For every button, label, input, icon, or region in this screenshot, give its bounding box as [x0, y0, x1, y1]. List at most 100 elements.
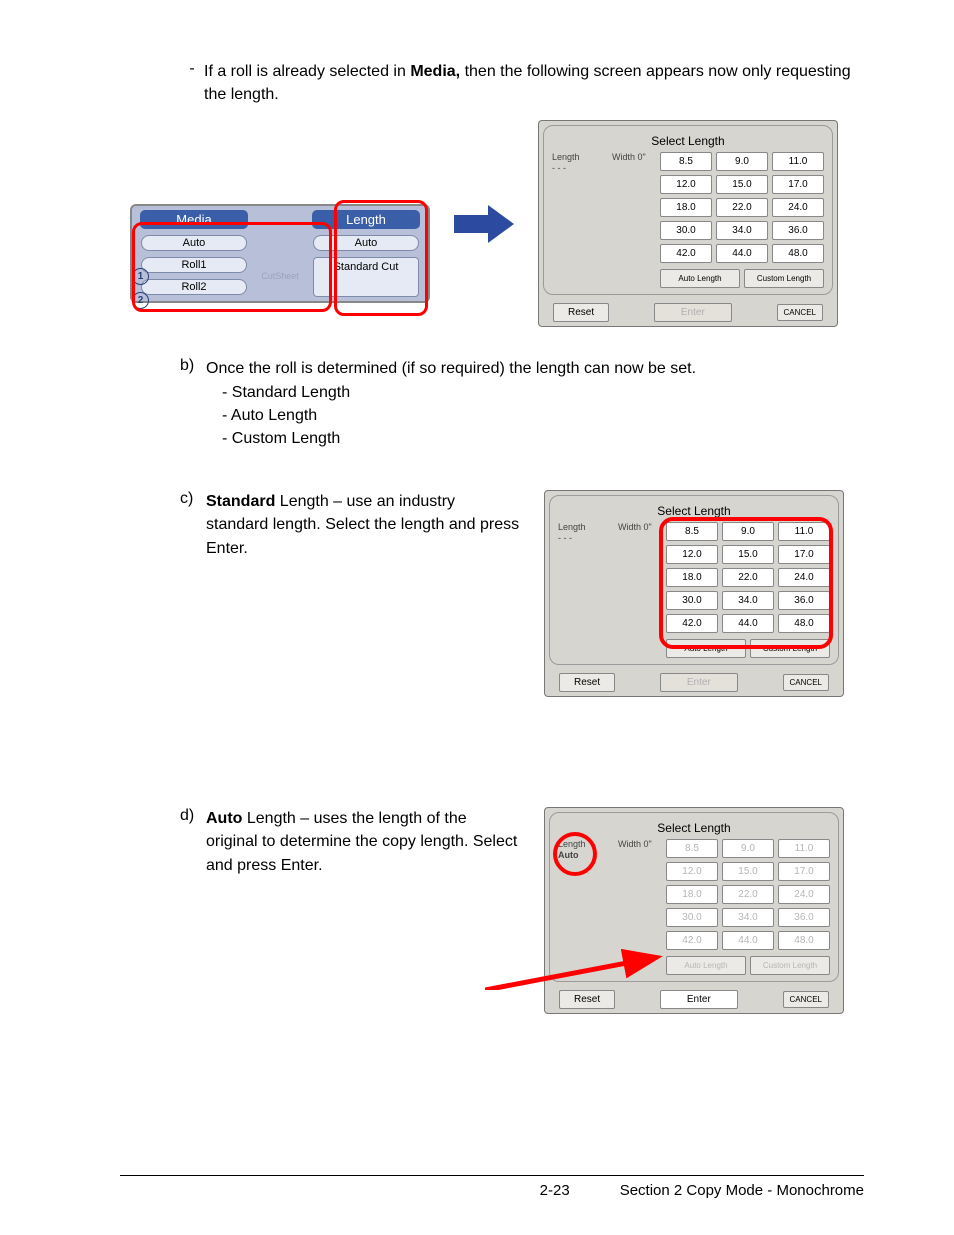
step-d-text-wrap: d) Auto Length – uses the length of the …	[180, 807, 520, 877]
dialog-left-labels: Length - - -	[552, 152, 612, 263]
cancel-button-3[interactable]: CANCEL	[783, 991, 829, 1008]
mode-buttons-3: Auto Length Custom Length	[666, 956, 830, 975]
media-length-panel: Media Auto Roll1 Roll2 1 2 CutSheet Leng…	[130, 204, 430, 303]
cancel-button-2[interactable]: CANCEL	[783, 674, 829, 691]
length-option[interactable]: 42.0	[660, 244, 712, 263]
intro-bullet: - If a roll is already selected in Media…	[180, 60, 864, 106]
step-d-letter: d)	[180, 807, 206, 877]
length-option[interactable]: 8.5	[666, 839, 718, 858]
length-label-2: Length	[558, 522, 618, 533]
reset-button[interactable]: Reset	[553, 303, 609, 322]
length-option[interactable]: 12.0	[660, 175, 712, 194]
auto-length-button[interactable]: Auto Length	[660, 269, 740, 288]
length-option[interactable]: 44.0	[716, 244, 768, 263]
dialog-title-3: Select Length	[558, 821, 830, 835]
length-option[interactable]: 34.0	[722, 908, 774, 927]
length-value-2: - - -	[558, 533, 618, 544]
length-option[interactable]: 18.0	[666, 885, 718, 904]
step-d-bold: Auto	[206, 810, 242, 827]
reset-button-3[interactable]: Reset	[559, 990, 615, 1009]
length-option[interactable]: 12.0	[666, 862, 718, 881]
cancel-button[interactable]: CANCEL	[777, 304, 823, 321]
reset-button-2[interactable]: Reset	[559, 673, 615, 692]
footer-section: Section 2 Copy Mode - Monochrome	[620, 1182, 864, 1199]
length-grid: 8.59.011.0 12.015.017.0 18.022.024.0 30.034…	[660, 152, 824, 263]
step-d-text: Auto Length – uses the length of the ori…	[206, 807, 520, 877]
dialog-title: Select Length	[552, 134, 824, 148]
step-b: b) Once the roll is determined (if so re…	[180, 357, 864, 450]
length-option[interactable]: 9.0	[716, 152, 768, 171]
length-option[interactable]: 18.0	[660, 198, 712, 217]
length-option[interactable]: 9.0	[722, 839, 774, 858]
step-c-text: Standard Length – use an industry standa…	[206, 490, 520, 560]
length-option[interactable]: 17.0	[772, 175, 824, 194]
width-label: Width 0"	[612, 152, 660, 263]
length-option[interactable]: 30.0	[666, 908, 718, 927]
length-option[interactable]: 11.0	[778, 839, 830, 858]
select-length-dialog-1: Select Length Length - - - Width 0" 8.59…	[538, 120, 838, 327]
dialog-inner: Select Length Length - - - Width 0" 8.59…	[543, 125, 833, 295]
step-b-letter: b)	[180, 357, 206, 375]
dialog-body: Length - - - Width 0" 8.59.011.0 12.015.0…	[552, 152, 824, 263]
length-option[interactable]: 15.0	[722, 862, 774, 881]
length-option[interactable]: 34.0	[716, 221, 768, 240]
length-option[interactable]: 42.0	[666, 931, 718, 950]
length-option[interactable]: 48.0	[772, 244, 824, 263]
length-option[interactable]: 15.0	[716, 175, 768, 194]
length-option[interactable]: 8.5	[660, 152, 712, 171]
step-c-row: c) Standard Length – use an industry sta…	[180, 490, 864, 697]
step-d-row: d) Auto Length – uses the length of the …	[180, 807, 864, 1014]
enter-button-2[interactable]: Enter	[660, 673, 738, 692]
media-panel-wrap: Media Auto Roll1 Roll2 1 2 CutSheet Leng…	[130, 204, 430, 303]
mode-buttons: Auto Length Custom Length	[660, 269, 824, 288]
intro-section: - If a roll is already selected in Media…	[180, 60, 864, 106]
length-option[interactable]: 17.0	[778, 862, 830, 881]
length-option[interactable]: 11.0	[772, 152, 824, 171]
red-circle-auto	[553, 832, 597, 876]
length-value: - - -	[552, 163, 612, 174]
intro-bold: Media,	[410, 63, 460, 80]
intro-a: If a roll is already selected in	[204, 63, 410, 80]
auto-length-button-3[interactable]: Auto Length	[666, 956, 746, 975]
red-arrow-icon	[485, 890, 665, 990]
length-option[interactable]: 30.0	[660, 221, 712, 240]
length-option[interactable]: 22.0	[716, 198, 768, 217]
page-footer: 2-23 Section 2 Copy Mode - Monochrome	[120, 1175, 864, 1199]
red-highlight-grid	[659, 517, 833, 649]
step-d: d) Auto Length – uses the length of the …	[180, 807, 864, 1014]
length-option[interactable]: 36.0	[772, 221, 824, 240]
step-b-l2: - Auto Length	[222, 404, 864, 427]
step-b-l1: - Standard Length	[222, 381, 864, 404]
length-label: Length	[552, 152, 612, 163]
red-highlight-length	[334, 200, 428, 316]
red-highlight-media	[132, 222, 332, 312]
step-b-text: Once the roll is determined (if so requi…	[206, 357, 864, 450]
dialog-title-2: Select Length	[558, 504, 830, 518]
dialog-left-2: Length - - -	[558, 522, 618, 633]
length-option[interactable]: 36.0	[778, 908, 830, 927]
enter-button[interactable]: Enter	[654, 303, 732, 322]
dialog-footer-3: Reset Enter CANCEL	[549, 990, 839, 1009]
footer-page: 2-23	[540, 1182, 570, 1199]
document-page: - If a roll is already selected in Media…	[0, 0, 954, 1235]
enter-button-3[interactable]: Enter	[660, 990, 738, 1009]
length-option[interactable]: 24.0	[778, 885, 830, 904]
step-c-text-wrap: c) Standard Length – use an industry sta…	[180, 490, 520, 560]
custom-length-button-3[interactable]: Custom Length	[750, 956, 830, 975]
step-c-bold: Standard	[206, 493, 275, 510]
dash-marker: -	[180, 60, 204, 78]
step-b-l3: - Custom Length	[222, 427, 864, 450]
step-b-row: b) Once the roll is determined (if so re…	[180, 357, 864, 450]
length-option[interactable]: 44.0	[722, 931, 774, 950]
step-b-main: Once the roll is determined (if so requi…	[206, 357, 864, 380]
length-option[interactable]: 48.0	[778, 931, 830, 950]
arrow-right-icon	[454, 205, 514, 243]
length-grid-3: 8.59.011.0 12.015.017.0 18.022.024.0 30.034…	[666, 839, 830, 950]
step-d-rest: Length – uses the length of the original…	[206, 810, 517, 873]
length-option[interactable]: 22.0	[722, 885, 774, 904]
dialog-footer-2: Reset Enter CANCEL	[549, 673, 839, 692]
select-length-dialog-2: Select Length Length - - - Width 0" 8.59…	[544, 490, 844, 697]
length-option[interactable]: 24.0	[772, 198, 824, 217]
select-length-dialog-3: Select Length Length Auto Width 0" 8.59.…	[544, 807, 844, 1014]
custom-length-button[interactable]: Custom Length	[744, 269, 824, 288]
